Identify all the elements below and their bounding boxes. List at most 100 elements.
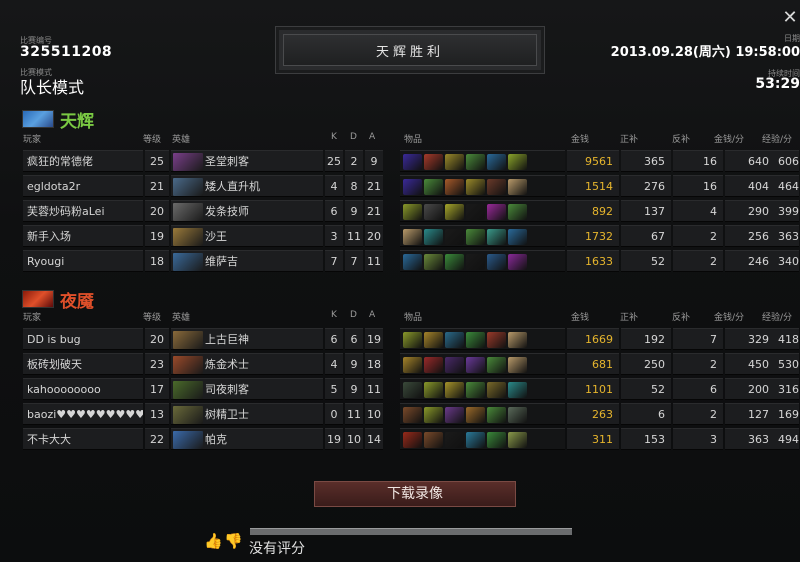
- gold: 1633: [567, 250, 619, 272]
- item-icon[interactable]: [508, 154, 527, 170]
- download-replay-button[interactable]: 下载录像: [314, 481, 516, 507]
- item-icon[interactable]: [445, 154, 464, 170]
- hero-cell[interactable]: 沙王: [171, 225, 323, 247]
- item-icon[interactable]: [508, 332, 527, 348]
- item-icon[interactable]: [403, 332, 422, 348]
- player-row[interactable]: 芙蓉炒码粉aLei 20 6 9 21 892 137 4 290 399 发条技师: [23, 200, 799, 222]
- item-icon[interactable]: [403, 204, 422, 220]
- item-icon[interactable]: [445, 179, 464, 195]
- item-icon[interactable]: [466, 407, 485, 423]
- item-icon[interactable]: [466, 357, 485, 373]
- xp-per-min: 363: [769, 225, 799, 247]
- item-icon[interactable]: [403, 229, 422, 245]
- last-hits: 137: [621, 200, 671, 222]
- item-icon[interactable]: [487, 432, 506, 448]
- item-icon[interactable]: [445, 254, 464, 270]
- gold-per-min: 450: [725, 353, 775, 375]
- item-icon[interactable]: [445, 357, 464, 373]
- item-icon[interactable]: [508, 179, 527, 195]
- player-row[interactable]: 板砖划破天 23 4 9 18 681 250 2 450 530 炼金术士: [23, 353, 799, 375]
- item-icon[interactable]: [403, 357, 422, 373]
- item-icon[interactable]: [487, 382, 506, 398]
- item-icon[interactable]: [424, 432, 443, 448]
- gold-per-min: 246: [725, 250, 775, 272]
- xp-per-min: 340: [769, 250, 799, 272]
- item-icon[interactable]: [466, 229, 485, 245]
- item-icon[interactable]: [403, 382, 422, 398]
- item-icon[interactable]: [508, 432, 527, 448]
- player-row[interactable]: baozi♥♥♥♥♥♥♥♥♥ 13 0 11 10 263 6 2 127 169 树精卫士: [23, 403, 799, 425]
- item-icon[interactable]: [445, 432, 464, 448]
- item-icon[interactable]: [508, 204, 527, 220]
- item-icon[interactable]: [445, 332, 464, 348]
- gold-per-min: 363: [725, 428, 775, 450]
- item-icon[interactable]: [445, 204, 464, 220]
- item-icon[interactable]: [466, 179, 485, 195]
- item-icon[interactable]: [424, 179, 443, 195]
- assists: 10: [365, 403, 383, 425]
- item-icon[interactable]: [508, 229, 527, 245]
- item-icon[interactable]: [487, 204, 506, 220]
- hero-name: 发条技师: [205, 205, 249, 218]
- player-row[interactable]: kahoooooooo 17 5 9 11 1101 52 6 200 316 司夜刺客: [23, 378, 799, 400]
- gold-per-min: 640: [725, 150, 775, 172]
- item-icon[interactable]: [403, 407, 422, 423]
- item-icon[interactable]: [424, 229, 443, 245]
- item-icon[interactable]: [487, 357, 506, 373]
- item-icon[interactable]: [445, 229, 464, 245]
- player-row[interactable]: DD is bug 20 6 6 19 1669 192 7 329 418 上古巨神: [23, 328, 799, 350]
- hero-cell[interactable]: 发条技师: [171, 200, 323, 222]
- hero-cell[interactable]: 司夜刺客: [171, 378, 323, 400]
- item-icon[interactable]: [487, 229, 506, 245]
- hero-cell[interactable]: 炼金术士: [171, 353, 323, 375]
- item-icon[interactable]: [466, 432, 485, 448]
- item-icon[interactable]: [424, 204, 443, 220]
- item-icon[interactable]: [466, 382, 485, 398]
- assists: 20: [365, 225, 383, 247]
- item-icon[interactable]: [487, 332, 506, 348]
- player-row[interactable]: egldota2r 21 4 8 21 1514 276 16 404 464 矮人直升机: [23, 175, 799, 197]
- hero-cell[interactable]: 矮人直升机: [171, 175, 323, 197]
- item-icon[interactable]: [445, 382, 464, 398]
- item-icon[interactable]: [424, 357, 443, 373]
- item-icon[interactable]: [445, 407, 464, 423]
- player-row[interactable]: 疯狂的常德佬 25 25 2 9 9561 365 16 640 606 圣堂刺客: [23, 150, 799, 172]
- item-icon[interactable]: [508, 254, 527, 270]
- hero-cell[interactable]: 维萨吉: [171, 250, 323, 272]
- thumb-down-icon[interactable]: 👎: [224, 532, 243, 550]
- item-icon[interactable]: [508, 357, 527, 373]
- item-icon[interactable]: [403, 254, 422, 270]
- item-icon[interactable]: [487, 254, 506, 270]
- item-icon[interactable]: [487, 154, 506, 170]
- item-icon[interactable]: [487, 407, 506, 423]
- item-icon[interactable]: [424, 154, 443, 170]
- item-icon[interactable]: [403, 179, 422, 195]
- item-icon[interactable]: [424, 254, 443, 270]
- item-icon[interactable]: [466, 254, 485, 270]
- item-icon[interactable]: [403, 432, 422, 448]
- hero-name: 上古巨神: [205, 333, 249, 346]
- item-icon[interactable]: [424, 407, 443, 423]
- item-icon[interactable]: [466, 332, 485, 348]
- item-icon[interactable]: [466, 154, 485, 170]
- hero-cell[interactable]: 上古巨神: [171, 328, 323, 350]
- item-icon[interactable]: [424, 332, 443, 348]
- denies: 7: [673, 328, 723, 350]
- close-icon[interactable]: ✕: [782, 9, 798, 27]
- item-icon[interactable]: [487, 179, 506, 195]
- hero-cell[interactable]: 圣堂刺客: [171, 150, 323, 172]
- thumb-up-icon[interactable]: 👍: [204, 532, 223, 550]
- item-icon[interactable]: [403, 154, 422, 170]
- player-row[interactable]: Ryougi 18 7 7 11 1633 52 2 246 340 维萨吉: [23, 250, 799, 272]
- items-cell: [400, 328, 565, 350]
- column-header-d: D: [350, 310, 357, 320]
- item-icon[interactable]: [508, 382, 527, 398]
- item-icon[interactable]: [424, 382, 443, 398]
- hero-cell[interactable]: 树精卫士: [171, 403, 323, 425]
- player-row[interactable]: 不卡大大 22 19 10 14 311 153 3 363 494 帕克: [23, 428, 799, 450]
- hero-cell[interactable]: 帕克: [171, 428, 323, 450]
- item-icon[interactable]: [508, 407, 527, 423]
- item-icon[interactable]: [466, 204, 485, 220]
- player-row[interactable]: 新手入场 19 3 11 20 1732 67 2 256 363 沙王: [23, 225, 799, 247]
- column-header-hero: 英雄: [172, 313, 191, 323]
